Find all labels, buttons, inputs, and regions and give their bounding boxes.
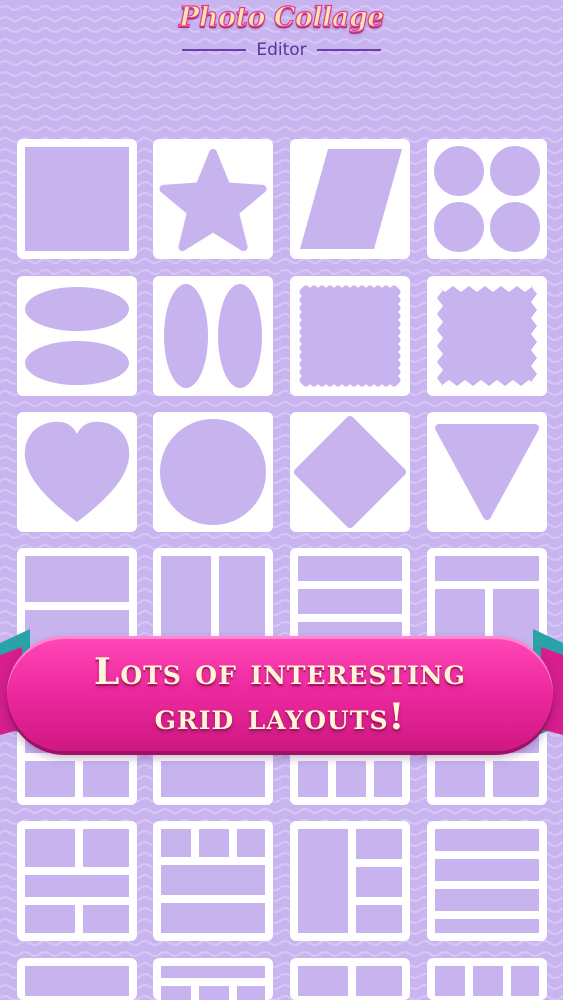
grid-layout-icon — [161, 829, 265, 933]
app-logo-subtitle-row: Editor — [0, 40, 563, 60]
layout-grid-left-tall-tile[interactable] — [290, 821, 410, 941]
app-logo-subtitle: Editor — [256, 40, 307, 60]
layout-grid-partial-a-tile[interactable] — [17, 958, 137, 1000]
promo-banner: Lots of interesting grid layouts! — [7, 636, 553, 751]
grid-layout-icon — [25, 829, 129, 933]
layout-heart-tile[interactable] — [17, 412, 137, 532]
horizontal-ellipses-icon — [25, 287, 129, 385]
grid-layout-icon — [435, 966, 539, 996]
layout-grid-partial-b-tile[interactable] — [153, 958, 273, 1000]
layout-diamond-tile[interactable] — [290, 412, 410, 532]
layout-grid-four-rows-tile[interactable] — [427, 821, 547, 941]
vertical-ellipses-icon — [164, 284, 262, 388]
layout-square-tile[interactable] — [17, 139, 137, 259]
grid-layout-icon — [298, 966, 402, 996]
parallelogram-icon — [300, 149, 402, 249]
grid-layout-icon — [25, 966, 129, 996]
four-circles-icon — [434, 146, 540, 252]
layout-grid-partial-d-tile[interactable] — [427, 958, 547, 1000]
layout-two-vertical-ellipses-tile[interactable] — [153, 276, 273, 396]
triangle-icon — [435, 424, 539, 520]
layout-grid-top-three-tile[interactable] — [153, 821, 273, 941]
layout-parallelogram-tile[interactable] — [290, 139, 410, 259]
promo-banner-line-2: grid layouts! — [154, 696, 406, 738]
grid-layout-icon — [298, 829, 402, 933]
grid-layout-icon — [435, 829, 539, 933]
layout-two-horizontal-ellipses-tile[interactable] — [17, 276, 137, 396]
diamond-icon — [294, 416, 406, 528]
logo-divider-right — [316, 49, 381, 51]
layout-star-tile[interactable] — [153, 139, 273, 259]
heart-icon — [24, 421, 130, 522]
layout-triangle-tile[interactable] — [427, 412, 547, 532]
logo-divider-left — [182, 49, 247, 51]
promo-banner-text: Lots of interesting grid layouts! — [7, 650, 553, 740]
stamp-square-icon — [299, 285, 401, 387]
jagged-square-icon — [437, 286, 537, 386]
layout-four-circles-tile[interactable] — [427, 139, 547, 259]
layout-grid-five-tile[interactable] — [17, 821, 137, 941]
square-icon — [25, 147, 129, 251]
star-icon — [159, 149, 267, 252]
layout-jagged-square-tile[interactable] — [427, 276, 547, 396]
circle-icon — [160, 419, 266, 525]
layout-grid-partial-c-tile[interactable] — [290, 958, 410, 1000]
promo-banner-line-1: Lots of interesting — [94, 651, 466, 693]
layout-stamp-square-tile[interactable] — [290, 276, 410, 396]
app-logo-title: Photo Collage — [178, 1, 385, 33]
grid-layout-icon — [161, 966, 265, 1000]
app-header: Photo Collage Editor — [0, 0, 563, 70]
layout-circle-tile[interactable] — [153, 412, 273, 532]
